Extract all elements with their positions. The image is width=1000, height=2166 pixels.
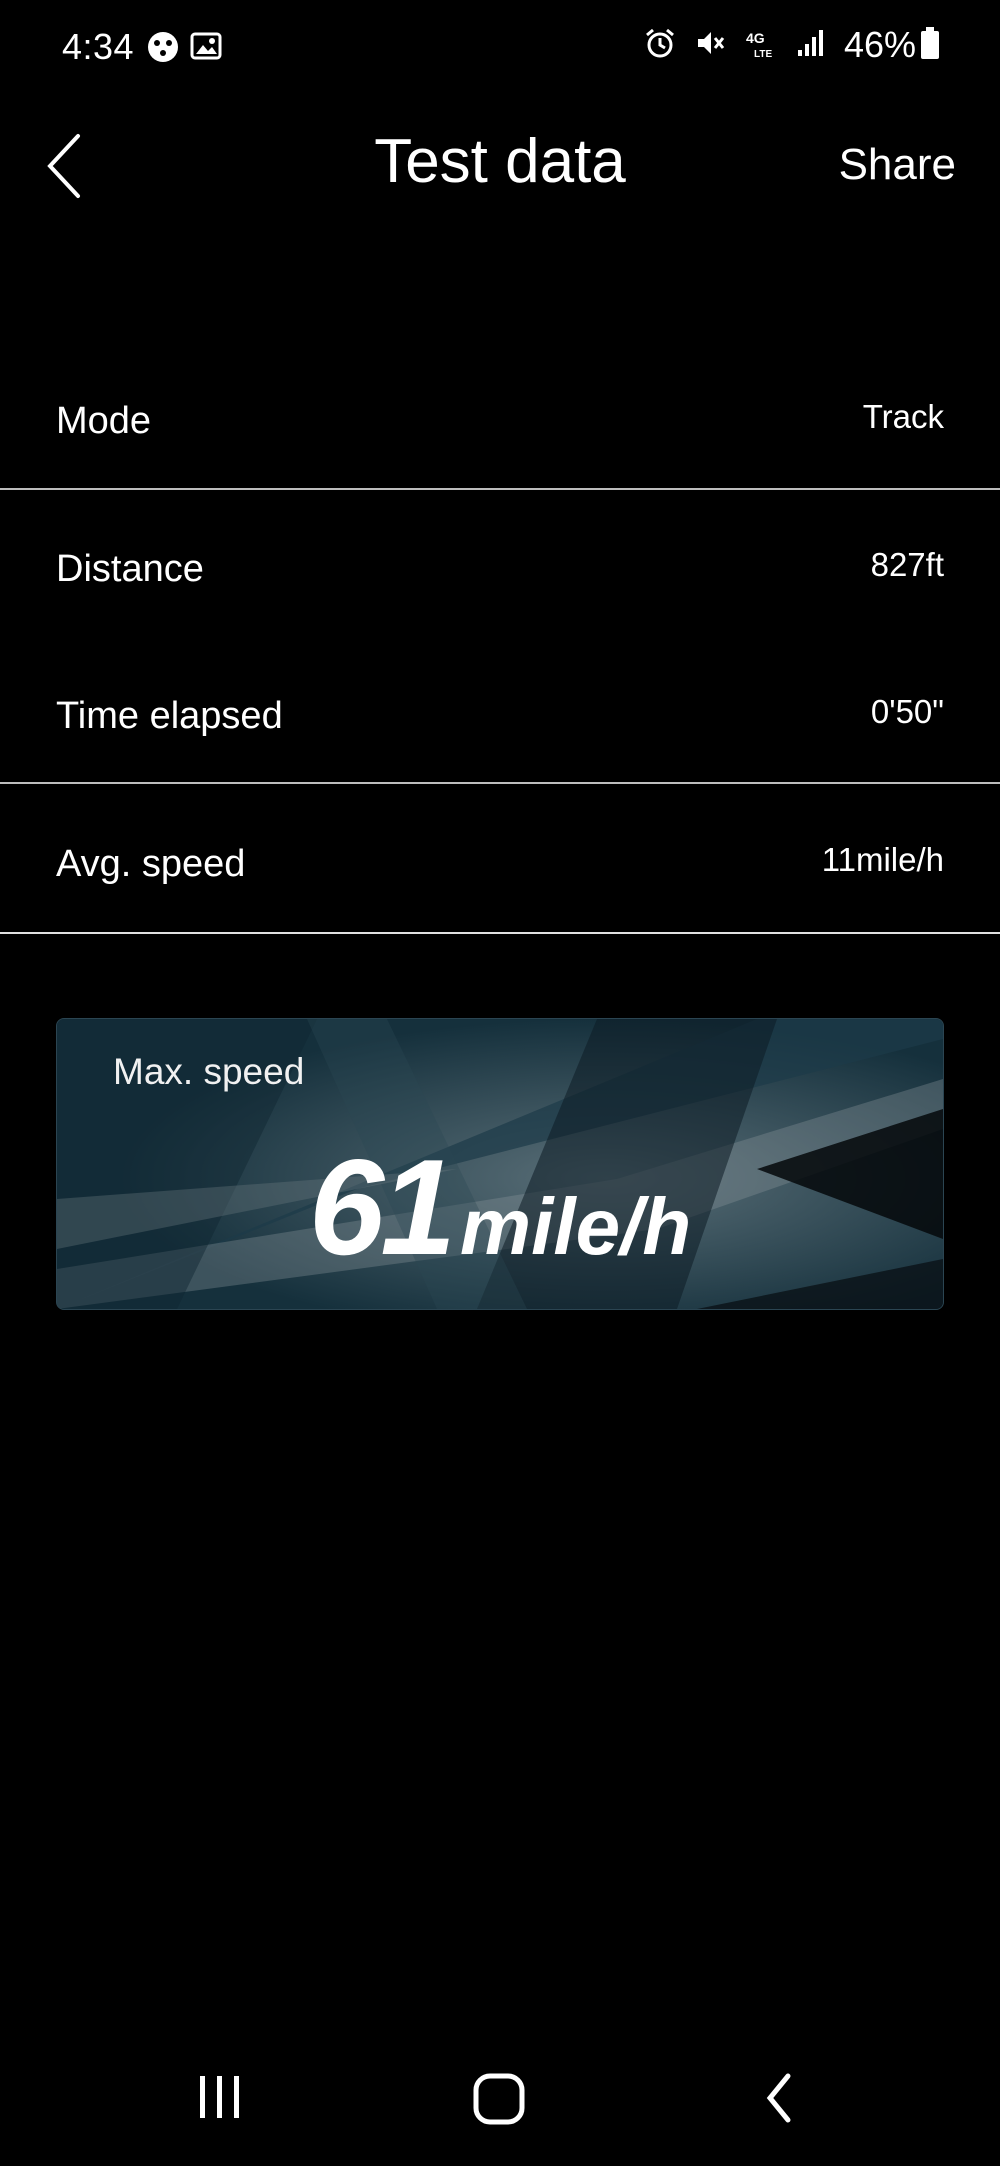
- chevron-left-icon: [36, 134, 96, 212]
- network-4g-lte-icon: 4G LTE: [744, 27, 778, 64]
- divider: [0, 782, 1000, 784]
- svg-text:4G: 4G: [746, 30, 765, 46]
- max-speed-card: Max. speed 61 mile/h: [56, 1018, 944, 1310]
- svg-text:LTE: LTE: [754, 49, 772, 59]
- alarm-icon: [644, 27, 676, 64]
- mode-value: Track: [862, 398, 944, 435]
- nav-back-button[interactable]: [760, 2068, 800, 2133]
- home-icon: [470, 2073, 530, 2132]
- distance-label: Distance: [56, 548, 204, 590]
- time-elapsed-label: Time elapsed: [56, 695, 283, 737]
- divider: [0, 932, 1000, 934]
- status-bar: 4:34 4G LTE 46%: [0, 0, 1000, 96]
- max-speed-label: Max. speed: [113, 1051, 305, 1092]
- max-speed-unit: mile/h: [460, 1182, 692, 1271]
- recent-apps-button[interactable]: [196, 2068, 244, 2129]
- avg-speed-value: 11mile/h: [821, 841, 944, 878]
- recent-apps-icon: [196, 2076, 244, 2128]
- max-speed-readout: 61 mile/h: [57, 1129, 943, 1285]
- mode-label: Mode: [56, 400, 152, 442]
- app-icon: [146, 30, 180, 69]
- home-button[interactable]: [470, 2068, 530, 2133]
- mode-row: Mode Track: [0, 350, 1000, 496]
- status-time: 4:34: [62, 26, 135, 67]
- avg-speed-label: Avg. speed: [56, 843, 246, 885]
- share-button[interactable]: Share: [839, 140, 956, 190]
- mute-icon: [694, 27, 726, 64]
- back-icon: [760, 2073, 800, 2132]
- time-elapsed-value: 0'50": [870, 693, 944, 730]
- system-nav-bar: [0, 2030, 1000, 2166]
- gallery-icon: [190, 30, 222, 67]
- divider: [0, 488, 1000, 490]
- distance-row: Distance 827ft: [0, 498, 1000, 644]
- app-header: Test data Share: [0, 96, 1000, 236]
- max-speed-value: 61: [308, 1131, 456, 1283]
- time-elapsed-row: Time elapsed 0'50": [0, 645, 1000, 791]
- distance-value: 827ft: [870, 546, 944, 583]
- battery-percentage: 46%: [843, 24, 916, 65]
- battery-icon: [920, 26, 940, 65]
- signal-icon: [796, 28, 826, 63]
- avg-speed-row: Avg. speed 11mile/h: [0, 793, 1000, 939]
